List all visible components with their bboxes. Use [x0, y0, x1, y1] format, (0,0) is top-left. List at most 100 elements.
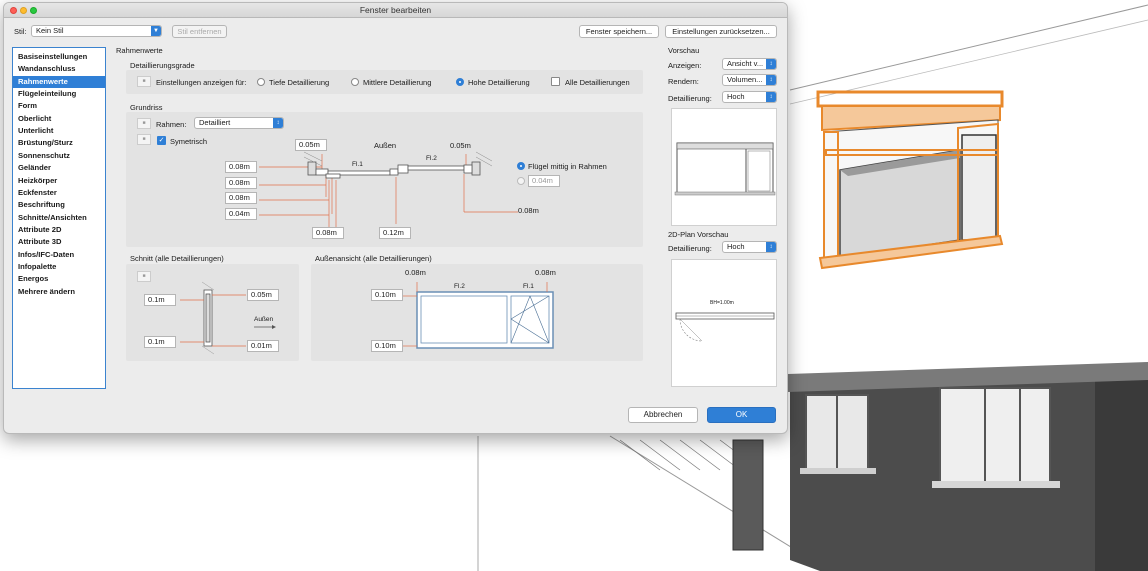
- fenster-speichern-button[interactable]: Fenster speichern...: [579, 25, 659, 38]
- sidebar-item[interactable]: Wandanschluss: [13, 63, 105, 75]
- edit-window-dialog: Fenster bearbeiten Stil: Kein Stil ▼ Sti…: [3, 2, 788, 434]
- grundriss-bottom-mid-input[interactable]: 0.12m: [379, 227, 411, 239]
- ansicht-left-bottom-input[interactable]: 0.10m: [371, 340, 403, 352]
- grundriss-right-value: 0.08m: [518, 206, 539, 215]
- sidebar-item[interactable]: Energos: [13, 273, 105, 285]
- radio-tiefe[interactable]: [257, 78, 265, 86]
- radio-tiefe-label: Tiefe Detaillierung: [269, 78, 330, 87]
- preview-detail-select-value: Hoch: [727, 92, 745, 101]
- grundriss-aussen: Außen: [374, 141, 397, 150]
- grundriss-left-input-4[interactable]: 0.04m: [225, 208, 257, 220]
- grundriss-fl1: Fl.1: [352, 161, 363, 168]
- sidebar-item[interactable]: Schnitte/Ansichten: [13, 212, 105, 224]
- rendern-select[interactable]: Volumen... ↕: [722, 74, 777, 86]
- fluegel-custom-radio[interactable]: [517, 177, 525, 185]
- fluegel-mittig-label: Flügel mittig in Rahmen: [528, 162, 607, 171]
- plan-detail-select[interactable]: Hoch ↕: [722, 241, 777, 253]
- highlighted-window-3d: [816, 90, 1004, 270]
- grundriss-left-input-1[interactable]: 0.08m: [225, 161, 257, 173]
- sidebar-item[interactable]: Geländer: [13, 162, 105, 174]
- stil-select[interactable]: Kein Stil ▼: [31, 25, 162, 37]
- visibility-toggle-icon[interactable]: ■: [137, 76, 151, 87]
- section-title: Rahmenwerte: [116, 46, 163, 55]
- rendern-label: Rendern:: [668, 77, 699, 86]
- sidebar-item[interactable]: Attribute 2D: [13, 224, 105, 236]
- plan-detail-label: Detaillierung:: [668, 244, 712, 253]
- radio-mittlere-label: Mittlere Detaillierung: [363, 78, 432, 87]
- sidebar-item[interactable]: Unterlicht: [13, 125, 105, 137]
- sidebar-item[interactable]: Heizkörper: [13, 175, 105, 187]
- sidebar-item[interactable]: Mehrere ändern: [13, 286, 105, 298]
- schnitt-right-top-input[interactable]: 0.05m: [247, 289, 279, 301]
- alle-detaillierungen-checkbox[interactable]: [551, 77, 560, 86]
- radio-hohe[interactable]: [456, 78, 464, 86]
- einstellungen-zuruecksetzen-button[interactable]: Einstellungen zurücksetzen...: [665, 25, 777, 38]
- category-list: Basiseinstellungen Wandanschluss Rahmenwer…: [12, 47, 106, 389]
- schnitt-right-bottom-input[interactable]: 0.01m: [247, 340, 279, 352]
- sidebar-item[interactable]: Beschriftung: [13, 199, 105, 211]
- window-title: Fenster bearbeiten: [359, 5, 432, 15]
- sidebar-item[interactable]: Form: [13, 100, 105, 112]
- detail-title: Detaillierungsgrade: [130, 61, 195, 70]
- preview-detail-label: Detaillierung:: [668, 94, 712, 103]
- fluegel-mittig-radio[interactable]: [517, 162, 525, 170]
- preview-detail-select[interactable]: Hoch ↕: [722, 91, 777, 103]
- stil-entfernen-button[interactable]: Stil entfernen: [172, 25, 227, 38]
- stil-select-value: Kein Stil: [36, 26, 64, 35]
- ok-button[interactable]: OK: [707, 407, 776, 423]
- grundriss-left-input-3[interactable]: 0.08m: [225, 192, 257, 204]
- ansicht-top-left-value: 0.08m: [405, 268, 426, 277]
- grundriss-fl2: Fl.2: [426, 155, 437, 162]
- sidebar-item[interactable]: Rahmenwerte: [13, 75, 105, 89]
- grundriss-title: Grundriss: [130, 103, 163, 112]
- preview-title: Vorschau: [668, 46, 700, 55]
- ansicht-drawing: [403, 282, 554, 349]
- ansicht-fl1: Fl.1: [523, 283, 534, 290]
- chevron-updown-icon: ↕: [766, 242, 776, 252]
- sidebar-item[interactable]: Infopalette: [13, 261, 105, 273]
- grundriss-left-input-2[interactable]: 0.08m: [225, 177, 257, 189]
- preview-window-drawing: [674, 142, 776, 196]
- rendern-select-value: Volumen...: [727, 75, 763, 84]
- anzeigen-select-value: Ansicht v...: [727, 59, 764, 68]
- schnitt-aussen: Außen: [254, 316, 274, 323]
- ansicht-left-top-input[interactable]: 0.10m: [371, 289, 403, 301]
- chevron-down-icon: ▼: [151, 26, 161, 36]
- alle-detaillierungen-label: Alle Detaillierungen: [565, 78, 630, 87]
- radio-mittlere[interactable]: [351, 78, 359, 86]
- plan-preview-drawing: [675, 312, 775, 342]
- grundriss-top-right-value: 0.05m: [450, 141, 471, 150]
- grundriss-top-left-input[interactable]: 0.05m: [295, 139, 327, 151]
- sidebar-item[interactable]: Eckfenster: [13, 187, 105, 199]
- sidebar-item[interactable]: Attribute 3D: [13, 236, 105, 248]
- fluegel-custom-input[interactable]: 0.04m: [528, 175, 560, 187]
- sidebar-item[interactable]: Basiseinstellungen: [13, 51, 105, 63]
- sidebar-item[interactable]: Oberlicht: [13, 113, 105, 125]
- sidebar-item[interactable]: Sonnenschutz: [13, 150, 105, 162]
- detail-label: Einstellungen anzeigen für:: [156, 78, 247, 87]
- ansicht-fl2: Fl.2: [454, 283, 465, 290]
- plan-detail-select-value: Hoch: [727, 242, 745, 251]
- title-bar: Fenster bearbeiten: [4, 3, 787, 18]
- plan-preview-title: 2D-Plan Vorschau: [668, 230, 729, 239]
- schnitt-title: Schnitt (alle Detaillierungen): [130, 254, 224, 263]
- plan-preview-view: BH=1.00m: [671, 259, 777, 387]
- ansicht-title: Außenansicht (alle Detaillierungen): [315, 254, 432, 263]
- preview-3d-view: [671, 108, 777, 226]
- schnitt-left-bottom-input[interactable]: 0.1m: [144, 336, 176, 348]
- stil-label: Stil:: [14, 27, 27, 36]
- anzeigen-label: Anzeigen:: [668, 61, 702, 70]
- sidebar-item[interactable]: Flügeleinteilung: [13, 88, 105, 100]
- plan-annotation: BH=1.00m: [710, 300, 734, 306]
- chevron-updown-icon: ↕: [766, 75, 776, 85]
- chevron-updown-icon: ↕: [766, 59, 776, 69]
- chevron-updown-icon: ↕: [766, 92, 776, 102]
- ansicht-top-right-value: 0.08m: [535, 268, 556, 277]
- sidebar-item[interactable]: Brüstung/Sturz: [13, 137, 105, 149]
- radio-hohe-label: Hohe Detaillierung: [468, 78, 530, 87]
- sidebar-item[interactable]: Infos/IFC-Daten: [13, 249, 105, 261]
- abbrechen-button[interactable]: Abbrechen: [628, 407, 698, 423]
- anzeigen-select[interactable]: Ansicht v... ↕: [722, 58, 777, 70]
- grundriss-bottom-left-input[interactable]: 0.08m: [312, 227, 344, 239]
- schnitt-left-top-input[interactable]: 0.1m: [144, 294, 176, 306]
